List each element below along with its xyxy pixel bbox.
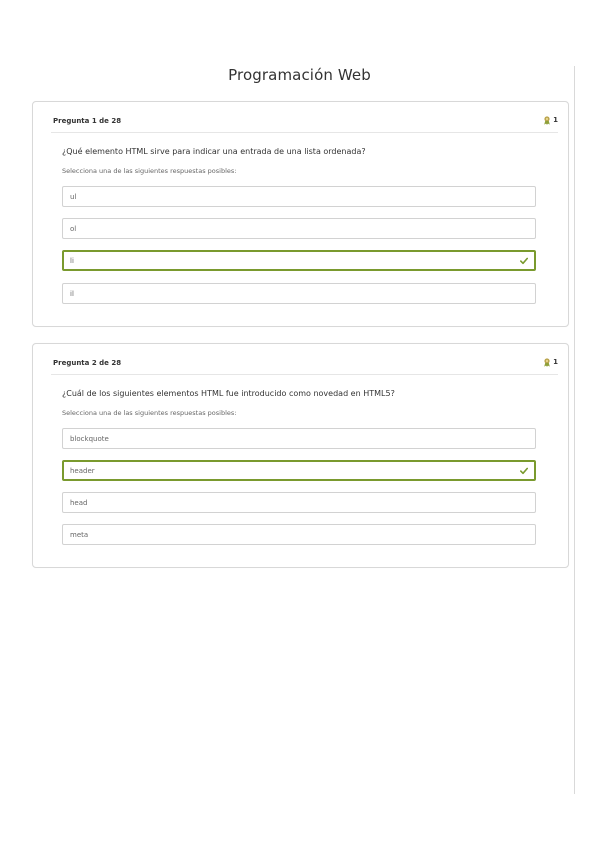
check-icon [520, 467, 528, 474]
question-instructions: Selecciona una de las siguientes respues… [62, 409, 237, 417]
answer-label: blockquote [70, 434, 109, 443]
answer-label: header [70, 466, 95, 475]
answer-option[interactable]: ul [62, 186, 536, 207]
answer-label: ul [70, 192, 77, 201]
page-title: Programación Web [228, 66, 371, 84]
answer-option[interactable]: il [62, 283, 536, 304]
question-number: Pregunta 2 de 28 [53, 359, 122, 367]
award-icon [543, 357, 551, 367]
question-text: ¿Cuál de los siguientes elementos HTML f… [62, 389, 395, 398]
answer-label: head [70, 498, 88, 507]
answer-option[interactable]: blockquote [62, 428, 536, 449]
question-header: Pregunta 1 de 28 1 [51, 102, 558, 133]
question-card-2: Pregunta 2 de 28 1 ¿Cuál de los siguient… [32, 343, 569, 568]
question-points: 1 [543, 357, 558, 367]
question-card-1: Pregunta 1 de 28 1 ¿Qué elemento HTML si… [32, 101, 569, 327]
answer-option[interactable]: ol [62, 218, 536, 239]
page-right-divider [574, 66, 575, 794]
question-header: Pregunta 2 de 28 1 [51, 344, 558, 375]
award-icon [543, 115, 551, 125]
answer-label: il [70, 289, 74, 298]
answer-option[interactable]: meta [62, 524, 536, 545]
answer-option-selected[interactable]: header [62, 460, 536, 481]
check-icon [520, 257, 528, 264]
answer-label: meta [70, 530, 89, 539]
points-value: 1 [553, 358, 558, 366]
answer-label: li [70, 256, 74, 265]
question-points: 1 [543, 115, 558, 125]
answer-option-selected[interactable]: li [62, 250, 536, 271]
question-instructions: Selecciona una de las siguientes respues… [62, 167, 237, 175]
answer-option[interactable]: head [62, 492, 536, 513]
question-number: Pregunta 1 de 28 [53, 117, 122, 125]
answer-label: ol [70, 224, 77, 233]
points-value: 1 [553, 116, 558, 124]
question-text: ¿Qué elemento HTML sirve para indicar un… [62, 147, 366, 156]
